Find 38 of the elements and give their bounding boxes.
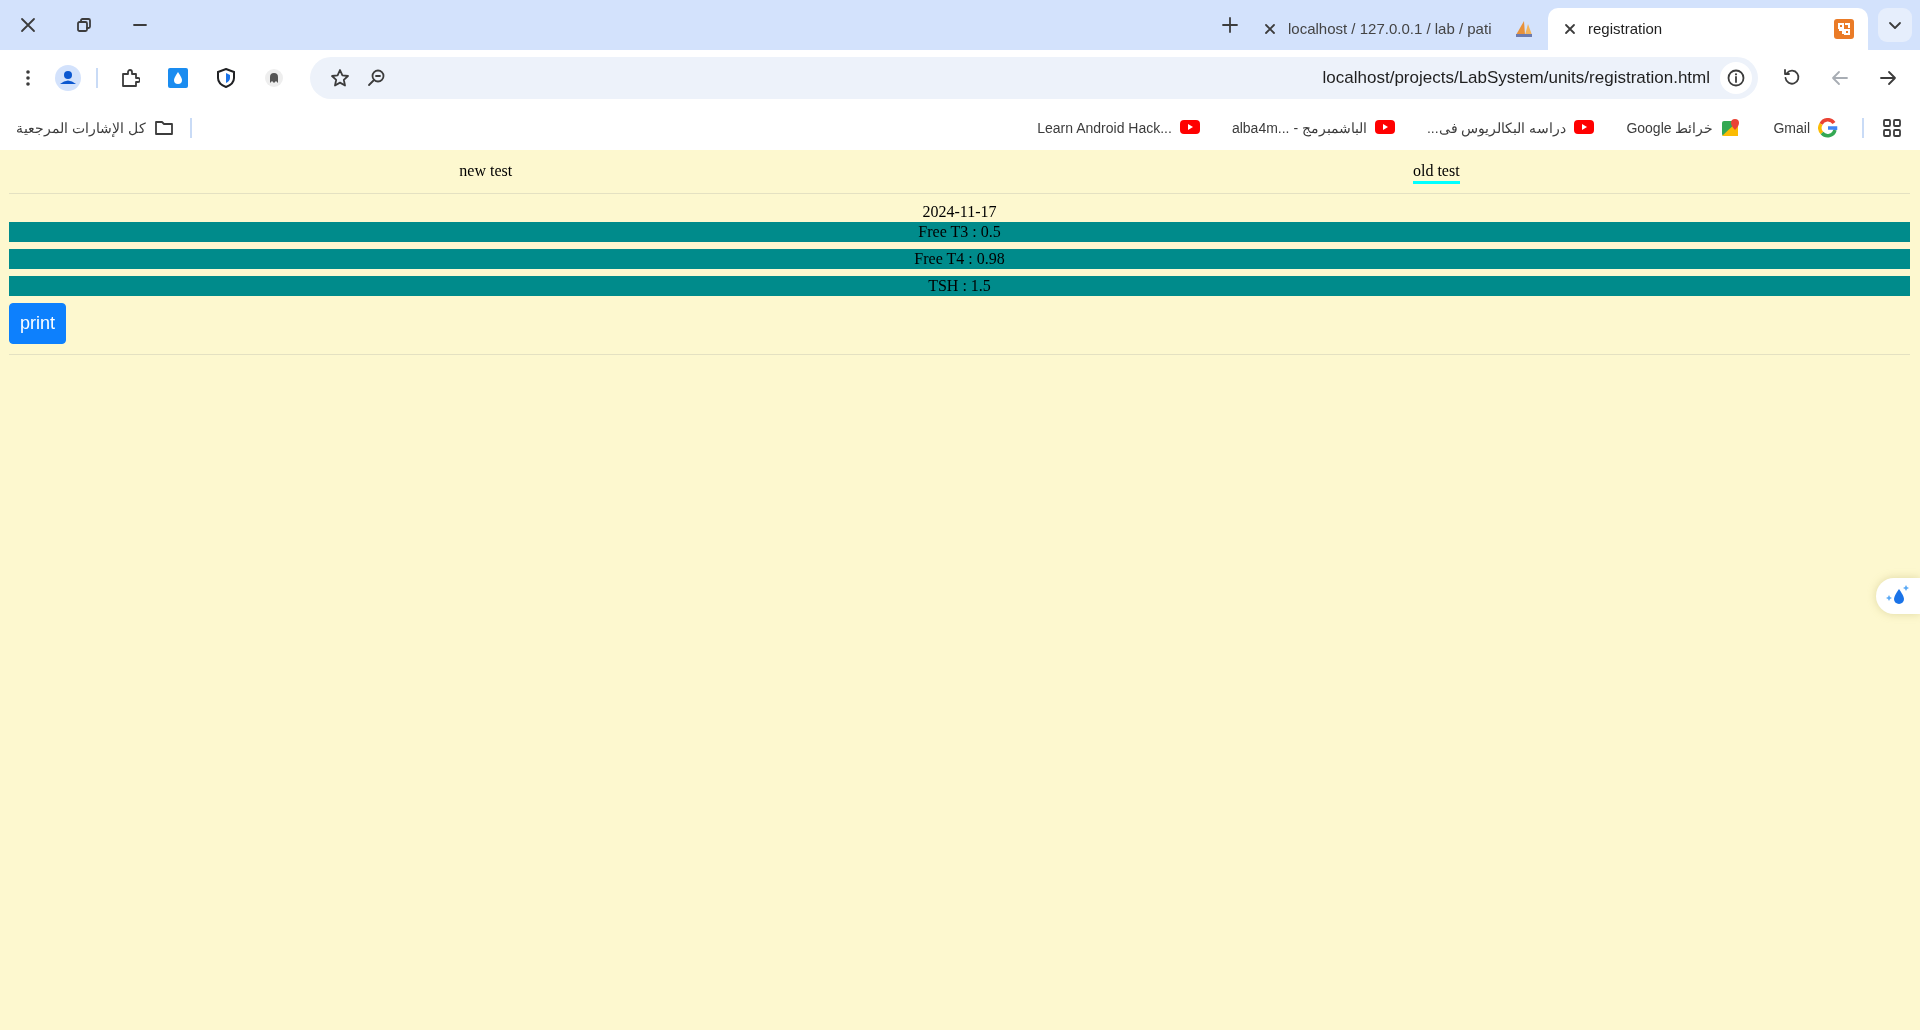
restore-icon[interactable] [75, 16, 93, 34]
bookmark[interactable]: خرائط Google [1618, 113, 1750, 143]
reload-icon[interactable] [1782, 68, 1802, 88]
result-bar: TSH : 1.5 [9, 276, 1910, 296]
star-icon[interactable] [330, 68, 350, 88]
bookmark[interactable]: Gmail [1765, 113, 1846, 143]
browser-tab[interactable]: registration [1548, 8, 1868, 50]
result-bar: Free T4 : 0.98 [9, 249, 1910, 269]
bookmark-label: كل الإشارات المرجعية [16, 118, 146, 139]
result-bar: Free T3 : 0.5 [9, 222, 1910, 242]
triangle-logo-icon [1514, 19, 1534, 39]
close-icon[interactable] [1262, 21, 1278, 37]
bookmark[interactable]: دراسه البكالريوس فى... [1418, 113, 1603, 143]
profile-icon[interactable] [55, 65, 81, 91]
info-icon[interactable] [1727, 69, 1745, 87]
close-icon[interactable] [19, 16, 37, 34]
apps-grid-icon[interactable] [1882, 118, 1902, 138]
bookmark[interactable]: alba4m... - الباشمبرمج [1223, 113, 1403, 143]
close-icon[interactable] [1562, 21, 1578, 37]
shield-icon[interactable] [216, 68, 236, 88]
ghost-icon[interactable] [264, 68, 284, 88]
puzzle-icon[interactable] [120, 68, 140, 88]
tab[interactable]: old test [1412, 161, 1460, 184]
bookmark[interactable]: Learn Android Hack... [1029, 113, 1208, 143]
tab[interactable]: new test [459, 161, 513, 184]
folder-icon [153, 118, 174, 138]
print-button[interactable]: print [9, 303, 66, 344]
zoom-out-icon[interactable] [366, 68, 386, 88]
app-logo-icon [1834, 19, 1854, 39]
date-text: 2024-11-17 [921, 202, 998, 222]
map-pin-icon [1721, 118, 1742, 138]
browser-tab[interactable]: localhost / 127.0.0.1 / lab / pati [1248, 8, 1548, 50]
url-text: localhost/projects/LabSystem/units/registration.html [1322, 67, 1710, 90]
droplet-icon[interactable] [168, 68, 188, 88]
address-bar[interactable]: localhost/projects/LabSystem/units/registration.html [310, 57, 1758, 99]
multicolor-ring-icon [1818, 118, 1838, 138]
new-tab-icon[interactable] [1221, 16, 1239, 34]
back-arrow-icon[interactable] [1878, 68, 1898, 88]
